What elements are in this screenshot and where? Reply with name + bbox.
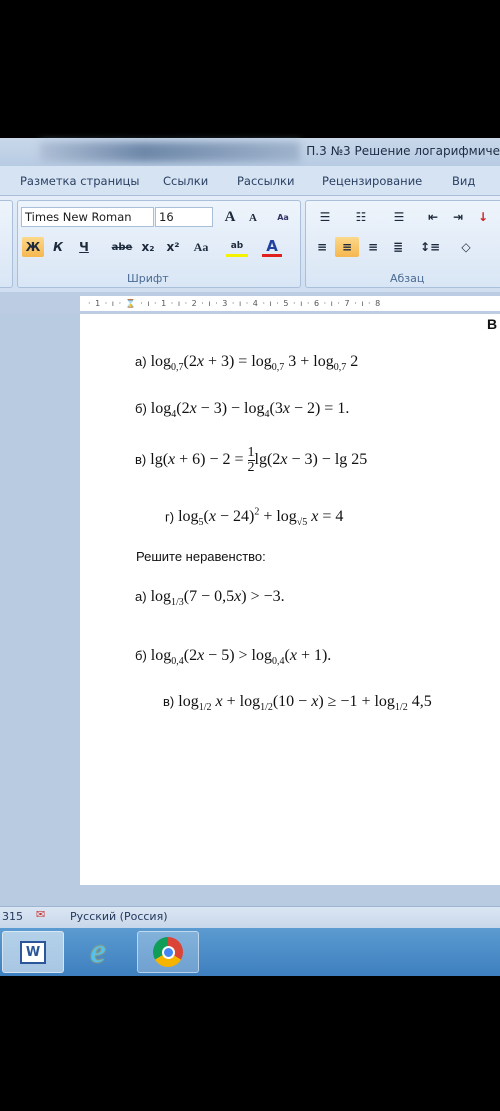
font-color-button[interactable]: A xyxy=(262,237,282,257)
equation-body: lg(x + 6) − 2 = 1 2 lg(2x − 3) − lg 25 xyxy=(150,445,368,475)
bold-button[interactable]: Ж xyxy=(22,237,44,257)
shading-icon[interactable]: ◇ xyxy=(452,237,480,257)
italic-button[interactable]: К xyxy=(48,237,68,257)
inequality-label: б) xyxy=(135,648,147,663)
font-size-select[interactable]: 16 xyxy=(155,207,213,227)
inequality-c: в) log1/2 x + log1/2(10 − x) ≥ −1 + log1… xyxy=(163,693,432,713)
equation-body: log4(2x − 3) − log4(3x − 2) = 1. xyxy=(150,400,350,421)
tab-review[interactable]: Рецензирование xyxy=(322,174,422,188)
font-group-label: Шрифт xyxy=(127,272,169,285)
equation-body: log0,7(2x + 3) = log0,7 3 + log0,7 2 xyxy=(150,353,359,374)
spelling-check-icon[interactable]: ✉ xyxy=(36,908,45,921)
line-spacing-icon[interactable]: ↕≡ xyxy=(416,237,444,257)
equation-label: а) xyxy=(135,354,147,369)
equation-b: б) log4(2x − 3) − log4(3x − 2) = 1. xyxy=(135,400,349,420)
inequality-label: а) xyxy=(135,589,147,604)
superscript-button[interactable]: x² xyxy=(163,237,183,257)
strikethrough-button[interactable]: abe xyxy=(110,237,134,257)
inequality-label: в) xyxy=(163,694,175,709)
align-center-icon[interactable]: ≡ xyxy=(335,237,359,257)
page-corner-letter: В xyxy=(487,316,498,332)
equation-label: в) xyxy=(135,452,147,468)
internet-explorer-icon: e xyxy=(90,933,106,970)
sort-icon[interactable]: ↓ xyxy=(473,207,493,227)
status-bar: 315 ✉ Русский (Россия) xyxy=(0,906,500,928)
word-count[interactable]: 315 xyxy=(2,910,23,923)
equation-a: а) log0,7(2x + 3) = log0,7 3 + log0,7 2 xyxy=(135,353,358,373)
subscript-button[interactable]: x₂ xyxy=(138,237,158,257)
equation-d: г) log5(x − 24)2 + log√5 x = 4 xyxy=(165,507,343,529)
bullets-icon[interactable]: ☰ xyxy=(312,207,338,227)
language-indicator[interactable]: Русский (Россия) xyxy=(70,910,168,923)
inequality-body: log0,4(2x − 5) > log0,4(x + 1). xyxy=(150,647,332,668)
tab-page-layout[interactable]: Разметка страницы xyxy=(20,174,139,188)
clear-format-button[interactable]: Aa xyxy=(272,207,294,227)
inequality-a: а) log1/3(7 − 0,5x) > −3. xyxy=(135,588,285,608)
tab-mailings[interactable]: Рассылки xyxy=(237,174,294,188)
chrome-icon xyxy=(153,937,183,967)
paragraph-group-label: Абзац xyxy=(390,272,425,285)
inequality-body: log1/3(7 − 0,5x) > −3. xyxy=(150,588,285,609)
equation-label: б) xyxy=(135,401,147,416)
grow-font-button[interactable]: A xyxy=(219,207,241,227)
inequality-b: б) log0,4(2x − 5) > log0,4(x + 1). xyxy=(135,647,331,667)
window-title: П.3 №3 Решение логарифмиче xyxy=(306,144,500,158)
font-name-select[interactable]: Times New Roman xyxy=(21,207,154,227)
underline-button[interactable]: Ч xyxy=(74,237,94,257)
inequality-heading: Решите неравенство: xyxy=(136,549,266,564)
equation-label: г) xyxy=(165,509,175,525)
ruler[interactable]: · 1 · ı · ⌛ · ı · 1 · ı · 2 · ı · 3 · ı … xyxy=(80,296,500,311)
clipboard-group xyxy=(0,200,13,288)
equation-c: в) lg(x + 6) − 2 = 1 2 lg(2x − 3) − lg 25 xyxy=(135,446,367,475)
inequality-body: log1/2 x + log1/2(10 − x) ≥ −1 + log1/2 … xyxy=(178,693,432,714)
align-left-icon[interactable]: ≡ xyxy=(312,237,332,257)
tab-references[interactable]: Ссылки xyxy=(163,174,208,188)
justify-icon[interactable]: ≣ xyxy=(388,237,408,257)
increase-indent-icon[interactable]: ⇥ xyxy=(449,207,467,227)
word-icon: W xyxy=(19,940,47,964)
multilevel-list-icon[interactable]: ☰ xyxy=(386,207,412,227)
align-right-icon[interactable]: ≡ xyxy=(363,237,383,257)
decrease-indent-icon[interactable]: ⇤ xyxy=(424,207,442,227)
taskbar-word-button[interactable]: W xyxy=(2,931,64,973)
taskbar-chrome-button[interactable] xyxy=(137,931,199,973)
taskbar-ie-button[interactable]: e xyxy=(67,931,129,973)
shrink-font-button[interactable]: A xyxy=(243,208,263,228)
change-case-button[interactable]: Aa xyxy=(189,237,213,257)
numbering-icon[interactable]: ☷ xyxy=(348,207,374,227)
tab-view[interactable]: Вид xyxy=(452,174,475,188)
equation-body: log5(x − 24)2 + log√5 x = 4 xyxy=(178,507,344,529)
highlight-button[interactable]: ab xyxy=(226,237,248,257)
